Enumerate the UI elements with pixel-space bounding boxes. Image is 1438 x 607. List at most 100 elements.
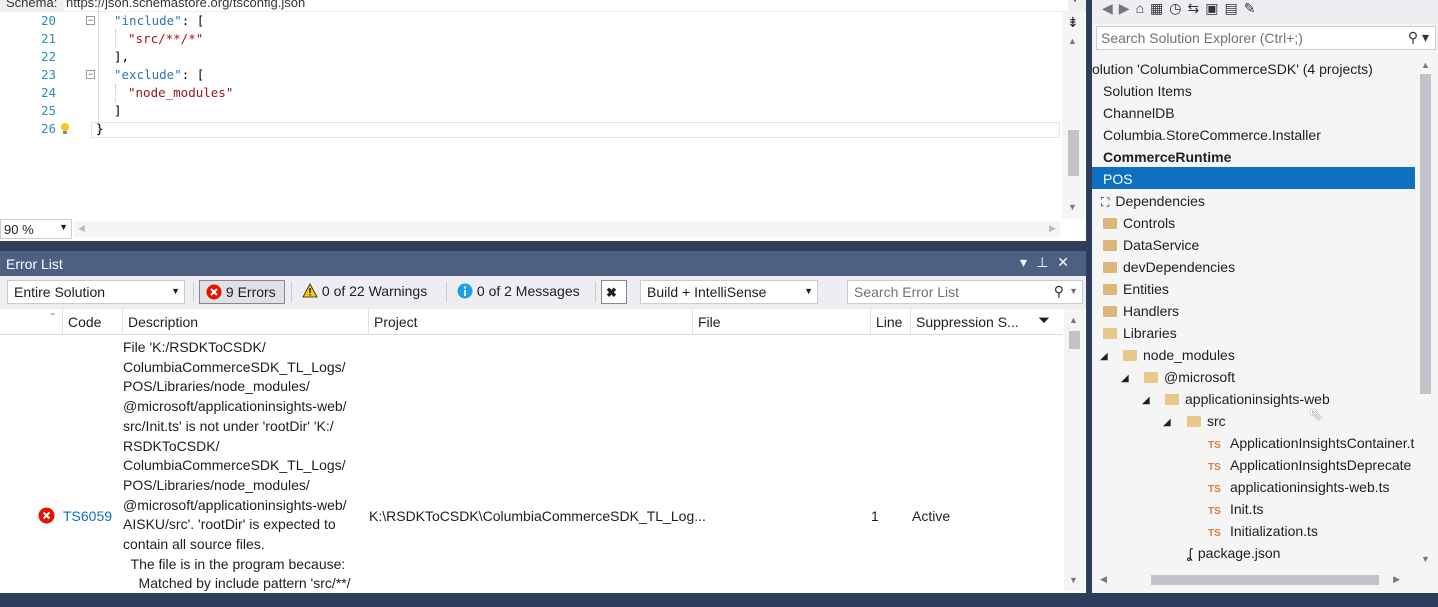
scroll-thumb[interactable] bbox=[1068, 130, 1079, 176]
errors-count: 9 Errors bbox=[225, 284, 276, 300]
expand-arrow-icon[interactable]: ◢ bbox=[1142, 395, 1150, 406]
tree-item-package-json[interactable]: ʆ package.json bbox=[1187, 545, 1280, 561]
tree-item-dependencies[interactable]: ⛶ Dependencies bbox=[1101, 193, 1205, 210]
scroll-left-icon[interactable]: ◀ bbox=[1100, 574, 1107, 585]
tree-item-pos[interactable]: POS bbox=[1103, 171, 1133, 187]
build-filter-select[interactable]: Build + IntelliSense ▼ bbox=[640, 280, 818, 304]
description-line: ColumbiaCommerceSDK_TL_Logs/ bbox=[123, 358, 346, 375]
tree-item-src[interactable]: src bbox=[1187, 413, 1226, 429]
collapse-toggle-icon[interactable]: − bbox=[86, 70, 95, 79]
pending-changes-icon[interactable]: ◷ bbox=[1169, 0, 1187, 16]
column-chooser-icon[interactable]: ⁼ bbox=[50, 311, 55, 322]
tree-item-label: src bbox=[1207, 413, 1226, 429]
folder-open-icon bbox=[1187, 416, 1201, 427]
collapse-toggle-icon[interactable]: − bbox=[86, 16, 95, 25]
filter-icon[interactable]: ⏷ bbox=[1038, 312, 1050, 329]
sync-icon[interactable]: ⇆ bbox=[1187, 0, 1205, 16]
scroll-right-icon[interactable]: ▶ bbox=[1393, 574, 1400, 585]
error-search-input[interactable]: Search Error List ⚲ ▼ bbox=[847, 280, 1083, 304]
scroll-down-icon[interactable]: ▼ bbox=[1068, 202, 1077, 212]
tree-item-controls[interactable]: Controls bbox=[1103, 215, 1175, 231]
error-code-link[interactable]: TS6059 bbox=[63, 508, 112, 524]
column-header-description[interactable]: Description bbox=[122, 309, 368, 335]
solution-explorer-horizontal-scrollbar[interactable]: ◀ ▶ bbox=[1096, 571, 1418, 589]
tree-item-libraries[interactable]: Libraries bbox=[1103, 325, 1177, 341]
tree-item-handlers[interactable]: Handlers bbox=[1103, 303, 1179, 319]
scroll-up-icon[interactable]: ▲ bbox=[1069, 315, 1078, 325]
scroll-down-icon[interactable]: ▼ bbox=[1069, 575, 1078, 585]
scroll-up-icon[interactable]: ▲ bbox=[1421, 60, 1430, 70]
tree-item-file[interactable]: TS ApplicationInsightsContainer.t bbox=[1208, 435, 1414, 451]
zoom-select[interactable]: 90 % ▼ bbox=[0, 219, 72, 239]
tree-item-entities[interactable]: Entities bbox=[1103, 281, 1169, 297]
dropdown-icon[interactable]: ▾ bbox=[1020, 254, 1036, 270]
close-icon[interactable]: ✕ bbox=[1057, 254, 1078, 270]
scope-select[interactable]: Entire Solution ▼ bbox=[7, 280, 185, 304]
error-list-scrollbar[interactable]: ▲ ▼ bbox=[1064, 309, 1084, 591]
folder-open-icon bbox=[1123, 350, 1137, 361]
divider bbox=[193, 282, 194, 302]
tree-item-file[interactable]: TS ApplicationInsightsDeprecate bbox=[1208, 457, 1411, 473]
tree-item-file[interactable]: TS Initialization.ts bbox=[1208, 523, 1318, 539]
editor-horizontal-scrollbar[interactable]: ◀ ▶ bbox=[74, 221, 1060, 237]
tree-item-node-modules[interactable]: node_modules bbox=[1123, 347, 1235, 363]
tree-item-solution-items[interactable]: Solution Items bbox=[1103, 83, 1192, 99]
scroll-right-icon[interactable]: ▶ bbox=[1049, 223, 1056, 234]
expand-arrow-icon[interactable]: ◢ bbox=[1100, 351, 1108, 362]
scroll-up-icon[interactable]: ▲ bbox=[1068, 36, 1077, 46]
scope-value: Entire Solution bbox=[14, 284, 106, 300]
home-icon[interactable]: ⌂ bbox=[1136, 0, 1150, 16]
editor-vertical-scrollbar[interactable]: ⇟ ▲ ▼ bbox=[1062, 12, 1084, 219]
pin-icon[interactable]: ⊥ bbox=[1036, 254, 1057, 270]
tree-item-label: ApplicationInsightsContainer.t bbox=[1230, 435, 1415, 451]
tree-item-devdependencies[interactable]: devDependencies bbox=[1103, 259, 1235, 275]
scroll-thumb[interactable] bbox=[1151, 575, 1379, 585]
warning-icon bbox=[302, 283, 318, 298]
collapse-all-icon[interactable]: ▣ bbox=[1205, 0, 1224, 16]
messages-filter-button[interactable]: 0 of 2 Messages bbox=[451, 280, 589, 304]
properties-icon[interactable]: ✎ bbox=[1244, 0, 1262, 16]
back-icon[interactable]: ◀ bbox=[1102, 0, 1119, 16]
expand-arrow-icon[interactable]: ◢ bbox=[1163, 417, 1171, 428]
warnings-filter-button[interactable]: 0 of 22 Warnings bbox=[296, 280, 440, 304]
tree-item-applicationinsights-web[interactable]: applicationinsights-web bbox=[1165, 391, 1330, 407]
error-description: File 'K:/RSDKToCSDK/ ColumbiaCommerceSDK… bbox=[123, 338, 368, 594]
chevron-down-icon[interactable]: ▼ bbox=[1070, 0, 1080, 5]
tree-item-commerceruntime[interactable]: CommerceRuntime bbox=[1103, 149, 1231, 165]
column-header-file[interactable]: File bbox=[692, 309, 870, 335]
show-all-files-icon[interactable]: ▤ bbox=[1224, 0, 1243, 16]
lightbulb-icon[interactable] bbox=[60, 122, 70, 134]
forward-icon[interactable]: ▶ bbox=[1119, 0, 1136, 16]
tree-item-file[interactable]: TS applicationinsights-web.ts bbox=[1208, 479, 1390, 495]
description-line: POS/Libraries/node_modules/ bbox=[123, 476, 310, 493]
code-line: "include": [ bbox=[114, 13, 205, 28]
tree-item-channeldb[interactable]: ChannelDB bbox=[1103, 105, 1175, 121]
scroll-down-icon[interactable]: ▼ bbox=[1421, 554, 1430, 564]
expand-arrow-icon[interactable]: ◢ bbox=[1121, 373, 1129, 384]
tree-item-solution[interactable]: olution 'ColumbiaCommerceSDK' (4 project… bbox=[1092, 61, 1373, 77]
line-number: 21 bbox=[40, 31, 56, 46]
tree-item-dataservice[interactable]: DataService bbox=[1103, 237, 1199, 253]
solution-search-input[interactable]: Search Solution Explorer (Ctrl+;) ⚲ ▾ bbox=[1096, 26, 1436, 50]
errors-filter-button[interactable]: 9 Errors bbox=[199, 280, 285, 304]
tree-item-microsoft[interactable]: @microsoft bbox=[1144, 369, 1235, 385]
scroll-thumb[interactable] bbox=[1069, 331, 1080, 349]
column-header-code[interactable]: Code bbox=[62, 309, 122, 335]
column-header-suppression[interactable]: Suppression S... ⏷ bbox=[910, 309, 1062, 335]
solution-explorer-vertical-scrollbar[interactable]: ▲ ▼ bbox=[1417, 56, 1435, 570]
clear-filter-button[interactable]: ✖ bbox=[601, 280, 627, 304]
tree-item-installer[interactable]: Columbia.StoreCommerce.Installer bbox=[1103, 127, 1321, 143]
typescript-file-icon: TS bbox=[1208, 440, 1221, 451]
column-header-project[interactable]: Project bbox=[368, 309, 692, 335]
column-header-line[interactable]: Line bbox=[870, 309, 910, 335]
json-editor[interactable]: Schema: https://json.schemastore.org/tsc… bbox=[0, 0, 1086, 241]
scroll-thumb[interactable] bbox=[1420, 74, 1431, 394]
scroll-left-icon[interactable]: ◀ bbox=[78, 223, 85, 234]
schema-url-field[interactable]: https://json.schemastore.org/tsconfig.js… bbox=[64, 0, 1068, 11]
switch-views-icon[interactable]: ▦ bbox=[1150, 0, 1169, 16]
line-number: 22 bbox=[40, 49, 56, 64]
split-icon[interactable]: ⇟ bbox=[1067, 14, 1079, 31]
tree-item-file[interactable]: TS Init.ts bbox=[1208, 501, 1263, 517]
description-line: File 'K:/RSDKToCSDK/ bbox=[123, 339, 266, 355]
error-list-titlebar: Error List ▾⊥✕ bbox=[0, 251, 1086, 276]
